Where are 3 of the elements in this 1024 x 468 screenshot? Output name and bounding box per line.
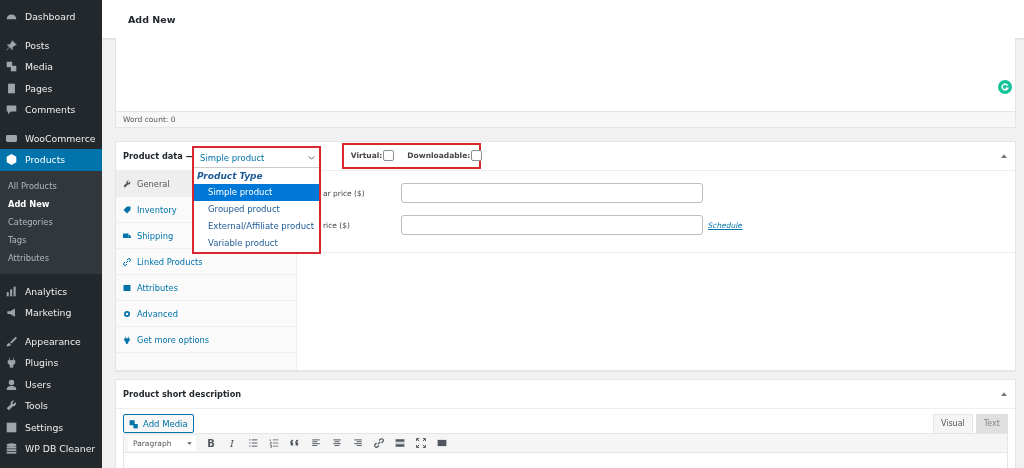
page-title: Add New bbox=[128, 13, 176, 25]
panel-title: Product short description bbox=[123, 389, 242, 399]
option-group-label: Product Type bbox=[196, 170, 264, 183]
